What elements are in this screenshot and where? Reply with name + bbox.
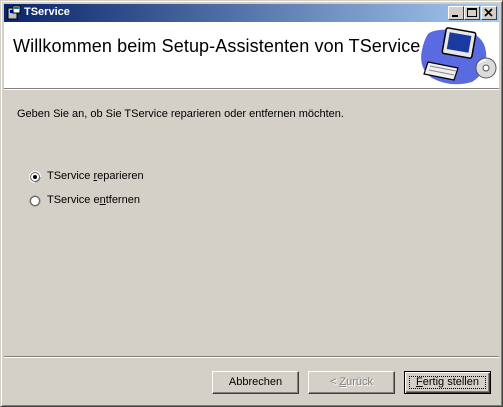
window-title: TService bbox=[24, 6, 70, 18]
maximize-icon bbox=[467, 8, 477, 17]
radio-selected-icon bbox=[29, 171, 41, 183]
option-repair-label: TService reparieren bbox=[47, 170, 144, 182]
option-remove-label: TService entfernen bbox=[47, 194, 140, 206]
focus-rectangle bbox=[409, 376, 486, 389]
wizard-header: Willkommen beim Setup-Assistenten von TS… bbox=[4, 22, 499, 89]
back-button[interactable]: < Zurück bbox=[308, 371, 395, 394]
finish-button[interactable]: Fertig stellen bbox=[404, 371, 491, 394]
setup-window: TService Willkommen beim Setup-Assistent… bbox=[0, 0, 503, 407]
minimize-button[interactable] bbox=[448, 6, 464, 20]
page-title: Willkommen beim Setup-Assistenten von TS… bbox=[13, 36, 421, 56]
close-button[interactable] bbox=[481, 6, 497, 20]
cancel-button[interactable]: Abbrechen bbox=[212, 371, 299, 394]
minimize-icon bbox=[452, 15, 458, 17]
close-icon bbox=[484, 8, 493, 17]
instruction-text: Geben Sie an, ob Sie TService reparieren… bbox=[17, 108, 344, 120]
separator-highlight bbox=[4, 357, 499, 358]
computer-setup-icon bbox=[421, 27, 497, 85]
title-bar[interactable]: TService bbox=[4, 4, 499, 22]
maximize-button[interactable] bbox=[464, 6, 480, 20]
radio-unselected-icon bbox=[29, 195, 41, 207]
installer-app-icon bbox=[7, 5, 21, 20]
